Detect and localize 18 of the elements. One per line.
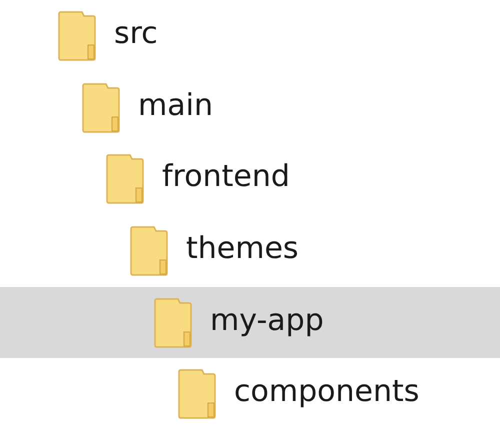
folder-icon xyxy=(178,369,216,420)
folder-name: my-app xyxy=(210,306,324,340)
folder-name: themes xyxy=(186,234,299,268)
folder-icon xyxy=(130,226,168,276)
tree-item[interactable]: themes xyxy=(0,215,500,287)
folder-name: frontend xyxy=(162,162,290,196)
tree-item[interactable]: my-app xyxy=(0,286,500,358)
folder-icon xyxy=(154,298,192,348)
tree-item[interactable]: frontend xyxy=(0,143,500,216)
folder-icon xyxy=(82,82,120,132)
folder-name: components xyxy=(234,377,420,412)
tree-item[interactable]: components xyxy=(0,358,500,430)
tree-item[interactable]: src xyxy=(0,0,500,72)
folder-name: src xyxy=(114,18,158,53)
folder-icon xyxy=(58,10,96,61)
folder-icon xyxy=(106,154,144,204)
tree-item[interactable]: main xyxy=(0,72,500,144)
folder-name: main xyxy=(138,90,213,124)
